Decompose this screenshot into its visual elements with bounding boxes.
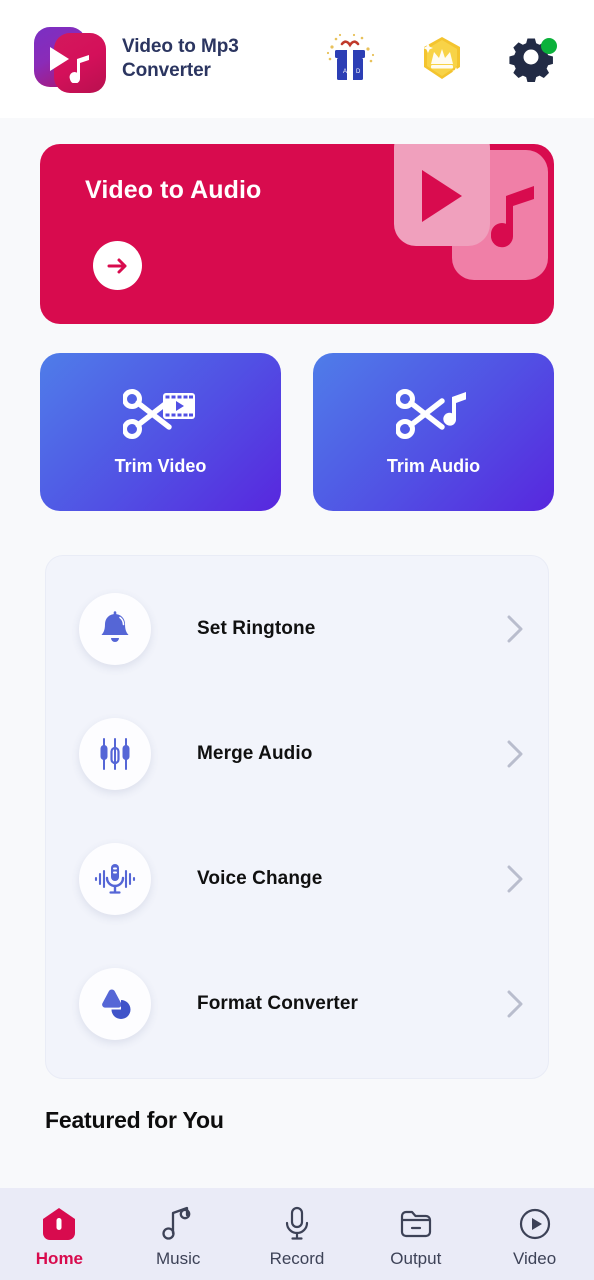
- sliders-icon: [79, 717, 151, 790]
- trim-video-label: Trim Video: [114, 455, 207, 476]
- feature-label: Voice Change: [197, 867, 323, 889]
- svg-text:A: A: [343, 69, 347, 75]
- microphone-icon: [281, 1206, 313, 1242]
- header-actions: A D: [324, 33, 560, 85]
- svg-text:D: D: [356, 69, 361, 75]
- bottom-navigation: Home Music Record Output Video: [0, 1188, 594, 1280]
- bell-icon: [79, 592, 151, 665]
- feature-list: Set Ringtone Merge Audio Voice Change Fo…: [45, 555, 549, 1079]
- nav-item-output[interactable]: Output: [356, 1188, 475, 1280]
- nav-label: Output: [390, 1248, 442, 1268]
- feature-label: Merge Audio: [197, 742, 313, 764]
- featured-heading: Featured for You: [45, 1107, 224, 1133]
- nav-label: Record: [269, 1248, 325, 1268]
- chevron-right-icon[interactable]: [504, 988, 526, 1020]
- feature-label: Set Ringtone: [197, 617, 316, 639]
- video-to-audio-banner[interactable]: Video to Audio: [40, 144, 554, 324]
- feature-label: Format Converter: [197, 992, 359, 1014]
- nav-label: Home: [35, 1248, 84, 1268]
- home-icon: [40, 1206, 78, 1242]
- logo-music-note-icon: [69, 55, 89, 83]
- arrow-right-icon[interactable]: [93, 241, 142, 290]
- premium-crown-icon[interactable]: [416, 33, 468, 85]
- feature-row-set-ringtone[interactable]: Set Ringtone: [46, 566, 548, 691]
- music-note-icon: [161, 1206, 195, 1242]
- banner-title: Video to Audio: [85, 176, 262, 204]
- app-title: Video to Mp3 Converter: [122, 36, 239, 81]
- nav-item-video[interactable]: Video: [475, 1188, 594, 1280]
- banner-deco-note-icon: [491, 186, 534, 248]
- quick-actions-row: Trim Video Trim Audio: [40, 353, 554, 511]
- nav-item-music[interactable]: Music: [119, 1188, 238, 1280]
- nav-item-home[interactable]: Home: [0, 1188, 119, 1280]
- scissors-film-icon: [122, 388, 195, 439]
- gift-icon[interactable]: A D: [324, 33, 376, 85]
- play-circle-icon: [518, 1206, 552, 1242]
- scissors-note-icon: [395, 388, 466, 439]
- trim-audio-label: Trim Audio: [386, 455, 481, 476]
- chevron-right-icon[interactable]: [504, 738, 526, 770]
- banner-deco-play-icon: [422, 170, 462, 222]
- main-content: Video to Audio Trim Video Trim Audio Set…: [0, 118, 594, 1280]
- banner-decoration: [394, 144, 554, 324]
- trim-audio-card[interactable]: Trim Audio: [313, 353, 554, 511]
- trim-video-card[interactable]: Trim Video: [40, 353, 281, 511]
- app-header: Video to Mp3 Converter A D: [0, 0, 594, 118]
- chevron-right-icon[interactable]: [504, 613, 526, 645]
- chevron-right-icon[interactable]: [504, 863, 526, 895]
- feature-row-voice-change[interactable]: Voice Change: [46, 816, 548, 941]
- feature-row-format-converter[interactable]: Format Converter: [46, 941, 548, 1066]
- feature-row-merge-audio[interactable]: Merge Audio: [46, 691, 548, 816]
- folder-icon: [398, 1206, 434, 1242]
- settings-gear-icon[interactable]: [508, 33, 560, 85]
- brand: Video to Mp3 Converter: [34, 23, 239, 95]
- microphone-waveform-icon: [79, 842, 151, 915]
- nav-label: Music: [155, 1248, 201, 1268]
- nav-label: Video: [512, 1248, 557, 1268]
- format-convert-icon: [79, 967, 151, 1040]
- nav-item-record[interactable]: Record: [238, 1188, 357, 1280]
- video-to-mp3-logo: [34, 23, 106, 95]
